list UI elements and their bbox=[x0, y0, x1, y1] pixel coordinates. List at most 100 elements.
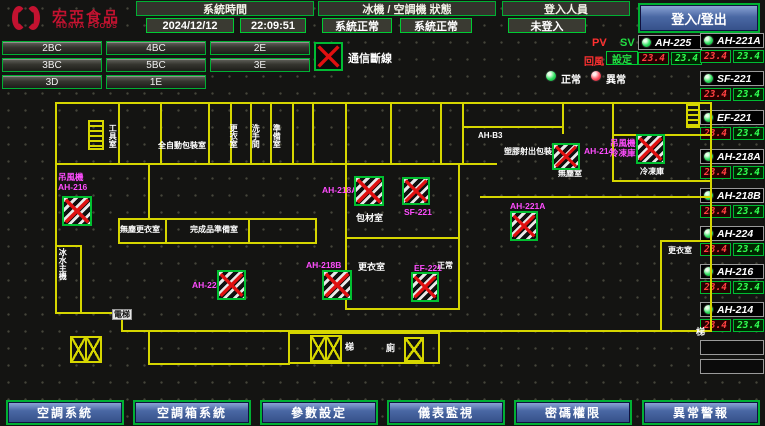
pv-value: 23.4 bbox=[700, 205, 731, 218]
ahu-comm-fail-icon[interactable] bbox=[354, 176, 384, 206]
room-label: 包材室 bbox=[356, 213, 383, 223]
system-date-value: 2024/12/12 bbox=[146, 18, 234, 33]
sv-value: 23.4 bbox=[733, 243, 764, 256]
pv-value: 23.4 bbox=[700, 243, 731, 256]
sv-value: 23.4 bbox=[733, 281, 764, 294]
status-lamp-icon bbox=[703, 112, 714, 123]
ahu-label: AH-218A bbox=[322, 185, 357, 195]
status-lamp-icon bbox=[641, 37, 652, 48]
nav-password-auth-button[interactable]: 密碼權限 bbox=[516, 402, 630, 423]
stairs-symbol bbox=[70, 336, 102, 363]
nav-ahu-system-button[interactable]: 空調箱系統 bbox=[135, 402, 249, 423]
ahu-comm-fail-icon[interactable] bbox=[322, 270, 352, 300]
logo-arc-icon bbox=[26, 6, 40, 30]
wall-segment bbox=[710, 102, 712, 332]
wall-segment bbox=[312, 102, 314, 163]
wall-segment bbox=[440, 102, 442, 163]
login-logout-button[interactable]: 登入/登出 bbox=[640, 5, 758, 31]
nav-param-set-button[interactable]: 參數設定 bbox=[262, 402, 376, 423]
nav-meter-monitor-button[interactable]: 儀表監視 bbox=[389, 402, 503, 423]
ahu-comm-fail-icon[interactable] bbox=[217, 270, 246, 300]
ahu-comm-fail-icon[interactable] bbox=[636, 134, 665, 164]
ahu-comm-fail-icon[interactable] bbox=[510, 211, 538, 241]
sv-value: 23.4 bbox=[733, 50, 764, 63]
wall-segment bbox=[438, 332, 440, 364]
pv-column-header: PV bbox=[592, 37, 607, 49]
floor-button-2e[interactable]: 2E bbox=[210, 41, 310, 55]
floor-button-3e[interactable]: 3E bbox=[210, 58, 310, 72]
nav-alarm-button[interactable]: 異常警報 bbox=[644, 402, 758, 423]
wall-segment bbox=[160, 102, 162, 163]
login-user-label: 登入人員 bbox=[502, 1, 630, 16]
ahu-comm-fail-icon[interactable] bbox=[62, 196, 92, 226]
unit-name: AH-224 bbox=[717, 228, 753, 240]
ahu-comm-fail-icon[interactable] bbox=[552, 143, 580, 170]
ahu-label: SF-221 bbox=[404, 207, 432, 217]
wall-segment bbox=[612, 180, 710, 182]
room-label: 更衣室 bbox=[358, 262, 385, 272]
wall-segment bbox=[345, 308, 460, 310]
sv-value: 23.4 bbox=[671, 52, 702, 65]
room-label: 更衣室 bbox=[668, 246, 692, 255]
abnormal-lamp-icon bbox=[590, 70, 602, 82]
setpoint-label: 設定 bbox=[606, 51, 638, 65]
ahu-label: 吊風機 冷凍庫 bbox=[610, 138, 636, 158]
wall-segment bbox=[660, 240, 662, 332]
floor-button-3d[interactable]: 3D bbox=[2, 75, 102, 89]
wall-segment bbox=[55, 163, 497, 165]
ac-status-value: 系統正常 bbox=[400, 18, 472, 33]
empty-unit-slot bbox=[700, 359, 764, 374]
room-label: 梯 bbox=[345, 342, 354, 352]
wall-segment bbox=[248, 218, 250, 244]
room-label: 完成品準備室 bbox=[190, 225, 238, 234]
room-label: 無塵更衣室 bbox=[120, 225, 160, 234]
sv-value: 23.4 bbox=[733, 88, 764, 101]
pv-value: 23.4 bbox=[700, 88, 731, 101]
wall-segment bbox=[612, 102, 614, 134]
status-lamp-icon bbox=[703, 266, 714, 277]
floor-button-3bc[interactable]: 3BC bbox=[2, 58, 102, 72]
room-label: 洗手間 bbox=[251, 124, 260, 148]
elevator-label: 電梯 bbox=[112, 309, 132, 320]
wall-segment bbox=[148, 163, 150, 220]
wall-segment bbox=[562, 102, 564, 134]
normal-lamp-icon bbox=[545, 70, 557, 82]
wall-segment bbox=[462, 126, 562, 128]
ahu-comm-fail-icon[interactable] bbox=[411, 272, 439, 302]
unit-name-box[interactable]: SF-221 bbox=[700, 71, 764, 86]
ahu-label: AH-218B bbox=[306, 260, 341, 270]
room-label: 無塵室 bbox=[558, 169, 582, 178]
normal-label: 正常 bbox=[561, 71, 581, 86]
system-time-label: 系統時間 bbox=[136, 1, 314, 16]
unit-values: 23.423.4 bbox=[700, 88, 764, 101]
unit-values: 23.423.4 bbox=[700, 50, 764, 63]
wall-segment bbox=[80, 245, 82, 314]
sv-value: 23.4 bbox=[733, 127, 764, 140]
stairs-symbol bbox=[310, 335, 342, 362]
unit-name-box[interactable]: AH-225 bbox=[638, 35, 702, 50]
wall-segment bbox=[345, 237, 460, 239]
floor-button-5bc[interactable]: 5BC bbox=[106, 58, 206, 72]
floor-button-1e[interactable]: 1E bbox=[106, 75, 206, 89]
unit-name-box[interactable]: AH-221A bbox=[700, 33, 764, 48]
sv-value: 23.4 bbox=[733, 319, 764, 332]
wall-segment bbox=[208, 102, 210, 163]
status-lamp-icon bbox=[703, 73, 714, 84]
floor-button-4bc[interactable]: 4BC bbox=[106, 41, 206, 55]
wall-segment bbox=[345, 102, 347, 163]
status-lamp-icon bbox=[703, 228, 714, 239]
unit-name: SF-221 bbox=[717, 73, 751, 85]
unit-name: EF-221 bbox=[717, 112, 751, 124]
status-lamp-icon bbox=[703, 304, 714, 315]
unit-name: AH-221A bbox=[717, 35, 761, 47]
nav-ac-system-button[interactable]: 空調系統 bbox=[8, 402, 122, 423]
logo-subtitle: HUNYA FOODS bbox=[56, 23, 118, 30]
room-label: AH-B3 bbox=[478, 131, 502, 140]
chiller-status-value: 系統正常 bbox=[322, 18, 392, 33]
wall-segment bbox=[118, 102, 120, 163]
unit-name: AH-216 bbox=[717, 266, 753, 278]
floor-button-2bc[interactable]: 2BC bbox=[2, 41, 102, 55]
pv-value: 23.4 bbox=[700, 166, 731, 179]
ahu-comm-fail-icon[interactable] bbox=[402, 177, 430, 205]
sv-column-header: SV bbox=[620, 37, 635, 49]
